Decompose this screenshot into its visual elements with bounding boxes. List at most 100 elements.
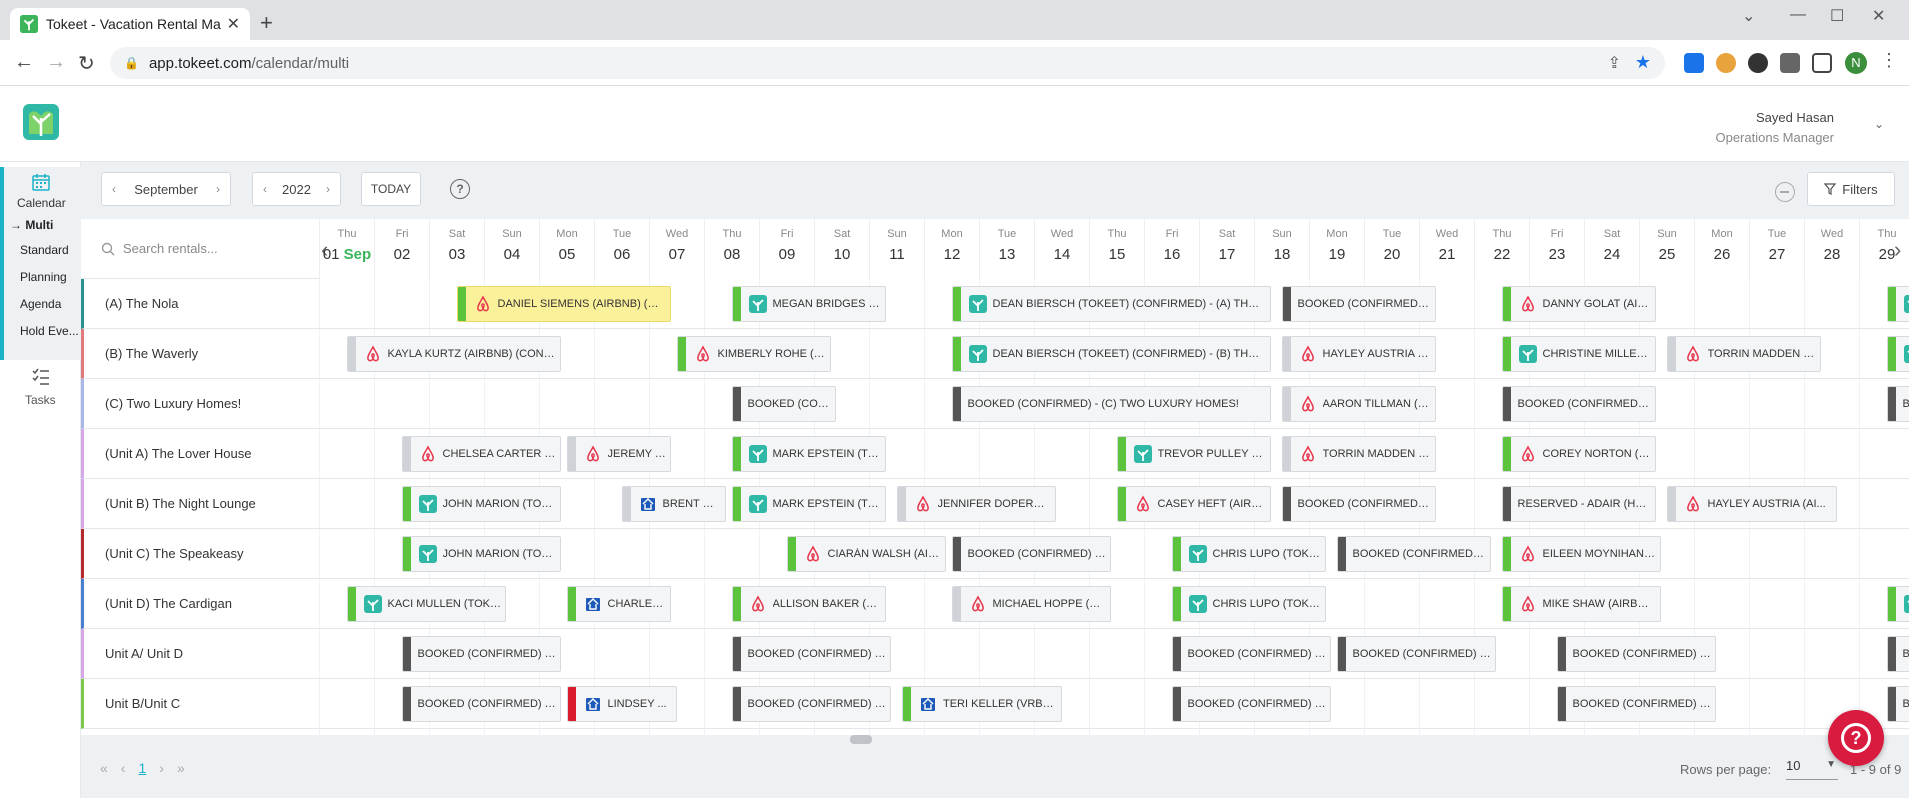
booking-bar[interactable]: DANNY GOLAT (AIRB... bbox=[1501, 286, 1656, 322]
sidebar-item-hold-events[interactable]: Hold Eve... bbox=[20, 324, 78, 338]
next-page-icon[interactable]: › bbox=[159, 760, 164, 776]
booking-bar[interactable]: COREY NORTON (AIR... bbox=[1501, 436, 1656, 472]
calendar-icon[interactable] bbox=[31, 172, 51, 192]
booking-bar[interactable]: LINDSEY ... bbox=[566, 686, 677, 722]
share-icon[interactable]: ⇪ bbox=[1608, 53, 1621, 73]
booking-bar[interactable]: DEAN BIERSCH (TOKEET) (CONFIRMED) - (A) … bbox=[951, 286, 1271, 322]
close-window-icon[interactable]: ✕ bbox=[1872, 6, 1885, 26]
booking-bar[interactable]: CIARÁN WALSH (AIRB... bbox=[786, 536, 946, 572]
page-number[interactable]: 1 bbox=[138, 760, 146, 776]
rows-per-page-select[interactable]: 10 ▼ bbox=[1786, 758, 1838, 780]
rental-row-label[interactable]: (C) Two Luxury Homes! bbox=[81, 379, 319, 429]
booking-bar[interactable]: BOOKED (CONFIRMED) - U... bbox=[1556, 686, 1716, 722]
sidebar-calendar-label[interactable]: Calendar bbox=[17, 196, 66, 210]
rental-row-label[interactable]: Unit B/Unit C bbox=[81, 679, 319, 729]
chevron-down-icon[interactable]: ⌄ bbox=[1742, 6, 1755, 26]
collapse-icon[interactable] bbox=[1775, 182, 1795, 202]
first-page-icon[interactable]: « bbox=[100, 760, 108, 776]
minimize-icon[interactable]: — bbox=[1790, 6, 1806, 24]
search-input[interactable]: Search rentals... bbox=[123, 241, 218, 256]
prev-month-icon[interactable]: ‹ bbox=[102, 182, 126, 196]
rental-row-label[interactable]: (B) The Waverly bbox=[81, 329, 319, 379]
booking-bar[interactable]: MARK EPSTEIN (TOK... bbox=[731, 486, 886, 522]
booking-bar[interactable]: AARON TILLMAN (AIR... bbox=[1281, 386, 1436, 422]
booking-bar[interactable]: BOOKED (CONFIRMED) - U... bbox=[1171, 636, 1331, 672]
booking-bar[interactable]: HAYLEY AUSTRIA (AI... bbox=[1666, 486, 1837, 522]
booking-bar[interactable]: BOOKED (CONFI... bbox=[731, 386, 836, 422]
sidebar-item-multi[interactable]: → Multi bbox=[10, 218, 68, 232]
last-page-icon[interactable]: » bbox=[177, 760, 185, 776]
profile-avatar[interactable]: N bbox=[1845, 52, 1867, 74]
booking-bar[interactable]: KAYLA KURTZ (AIRBNB) (CONFIR... bbox=[346, 336, 561, 372]
browser-tab[interactable]: Tokeet - Vacation Rental Manager ✕ bbox=[10, 8, 250, 40]
tokeet-logo[interactable] bbox=[23, 104, 59, 140]
prev-page-icon[interactable]: ‹ bbox=[121, 760, 126, 776]
booking-bar[interactable]: BOOKED (CONFIRMED) - U... bbox=[951, 536, 1111, 572]
booking-bar[interactable]: JEREMY T... bbox=[566, 436, 671, 472]
booking-bar[interactable]: BOOKED (CONFIRMED) - (C) TWO LUXURY HOME… bbox=[951, 386, 1271, 422]
filters-button[interactable]: Filters bbox=[1807, 172, 1895, 206]
rental-row-label[interactable]: (Unit D) The Cardigan bbox=[81, 579, 319, 629]
booking-bar[interactable]: CHRISTINE MILLER (T... bbox=[1501, 336, 1656, 372]
booking-bar[interactable]: BOOKED (CONFIRMED) - U... bbox=[731, 636, 891, 672]
address-bar[interactable]: 🔒 app.tokeet.com/calendar/multi ⇪ ★ bbox=[110, 47, 1665, 79]
maximize-icon[interactable]: ☐ bbox=[1830, 6, 1844, 26]
bookmark-star-icon[interactable]: ★ bbox=[1635, 52, 1651, 73]
booking-bar[interactable]: BO bbox=[1886, 686, 1909, 722]
search-rentals[interactable]: Search rentals... bbox=[81, 219, 319, 279]
booking-bar[interactable] bbox=[1886, 336, 1909, 372]
booking-bar[interactable]: KIMBERLY ROHE (AIR... bbox=[676, 336, 831, 372]
sidebar-tasks-label[interactable]: Tasks bbox=[25, 393, 56, 407]
booking-bar[interactable] bbox=[1886, 586, 1909, 622]
booking-bar[interactable]: BO bbox=[1886, 386, 1909, 422]
rental-row-label[interactable]: (Unit C) The Speakeasy bbox=[81, 529, 319, 579]
reload-icon[interactable]: ↻ bbox=[78, 51, 95, 76]
forward-icon[interactable]: → bbox=[46, 51, 66, 74]
rental-row-label[interactable]: Unit A/ Unit D bbox=[81, 629, 319, 679]
booking-bar[interactable]: BRENT CA... bbox=[621, 486, 726, 522]
chevron-down-icon[interactable]: ⌄ bbox=[1874, 117, 1884, 131]
booking-bar[interactable]: JENNIFER DOPERAK (... bbox=[896, 486, 1056, 522]
booking-bar[interactable]: CHELSEA CARTER (AI... bbox=[401, 436, 561, 472]
extension-face-icon[interactable] bbox=[1716, 53, 1736, 73]
booking-bar[interactable]: RESERVED - ADAIR (HOME... bbox=[1501, 486, 1656, 522]
booking-bar[interactable]: BOOKED (CONFIRMED) - U... bbox=[1171, 686, 1331, 722]
month-value[interactable]: September bbox=[126, 182, 206, 197]
booking-bar[interactable]: TORRIN MADDEN (AI... bbox=[1666, 336, 1821, 372]
booking-bar[interactable]: BOOKED (CONFIRMED) - U... bbox=[1556, 636, 1716, 672]
booking-bar[interactable]: HAYLEY AUSTRIA (AIR... bbox=[1281, 336, 1436, 372]
next-month-icon[interactable]: › bbox=[206, 182, 230, 196]
booking-bar[interactable]: ALLISON BAKER (AIR... bbox=[731, 586, 886, 622]
extension-w-icon[interactable] bbox=[1748, 53, 1768, 73]
booking-bar[interactable]: BOOKED (CONFIRMED) - U... bbox=[731, 686, 891, 722]
booking-bar[interactable]: EILEEN MOYNIHAN (A... bbox=[1501, 536, 1661, 572]
booking-bar[interactable]: CHRIS LUPO (TOKEET)... bbox=[1171, 536, 1326, 572]
sidebar-item-agenda[interactable]: Agenda bbox=[20, 297, 78, 311]
help-fab-button[interactable]: ? bbox=[1828, 710, 1884, 766]
new-tab-icon[interactable]: + bbox=[260, 10, 273, 36]
next-year-icon[interactable]: › bbox=[316, 182, 340, 196]
booking-bar[interactable]: CASEY HEFT (AIRBNB... bbox=[1116, 486, 1271, 522]
booking-bar[interactable]: BOOKED (CONFIRMED) - (U... bbox=[1281, 286, 1436, 322]
prev-year-icon[interactable]: ‹ bbox=[253, 182, 277, 196]
rental-row-label[interactable]: (A) The Nola bbox=[81, 279, 319, 329]
booking-bar[interactable]: BOOKED (CONFIRMED) - U... bbox=[1281, 486, 1436, 522]
sidebar-item-planning[interactable]: Planning bbox=[20, 270, 78, 284]
user-menu[interactable]: Sayed Hasan Operations Manager bbox=[1715, 110, 1834, 145]
booking-bar[interactable]: CHRIS LUPO (TOKEET)... bbox=[1171, 586, 1326, 622]
booking-bar[interactable]: BOOKED (CONFIRMED) - U... bbox=[401, 636, 561, 672]
booking-bar[interactable]: MARK EPSTEIN (TOK... bbox=[731, 436, 886, 472]
tasks-icon[interactable] bbox=[31, 367, 51, 387]
horizontal-scrollbar[interactable] bbox=[850, 735, 872, 744]
booking-bar[interactable]: MIKE SHAW (AIRBNB)... bbox=[1501, 586, 1661, 622]
side-panel-icon[interactable] bbox=[1812, 53, 1832, 73]
today-button[interactable]: TODAY bbox=[361, 172, 421, 206]
booking-bar[interactable]: DANIEL SIEMENS (AIRBNB) (CON... bbox=[456, 286, 671, 322]
booking-bar[interactable]: DEAN BIERSCH (TOKEET) (CONFIRMED) - (B) … bbox=[951, 336, 1271, 372]
rental-row-label[interactable]: (Unit B) The Night Lounge bbox=[81, 479, 319, 529]
back-icon[interactable]: ← bbox=[14, 51, 34, 74]
browser-menu-icon[interactable]: ⋮ bbox=[1880, 50, 1898, 71]
booking-bar[interactable]: BOOKED (CONFIRMED) - U... bbox=[1336, 636, 1496, 672]
booking-bar[interactable]: MICHAEL HOPPE (AIR... bbox=[951, 586, 1111, 622]
booking-bar[interactable]: JOHN MARION (TOKE... bbox=[401, 486, 561, 522]
